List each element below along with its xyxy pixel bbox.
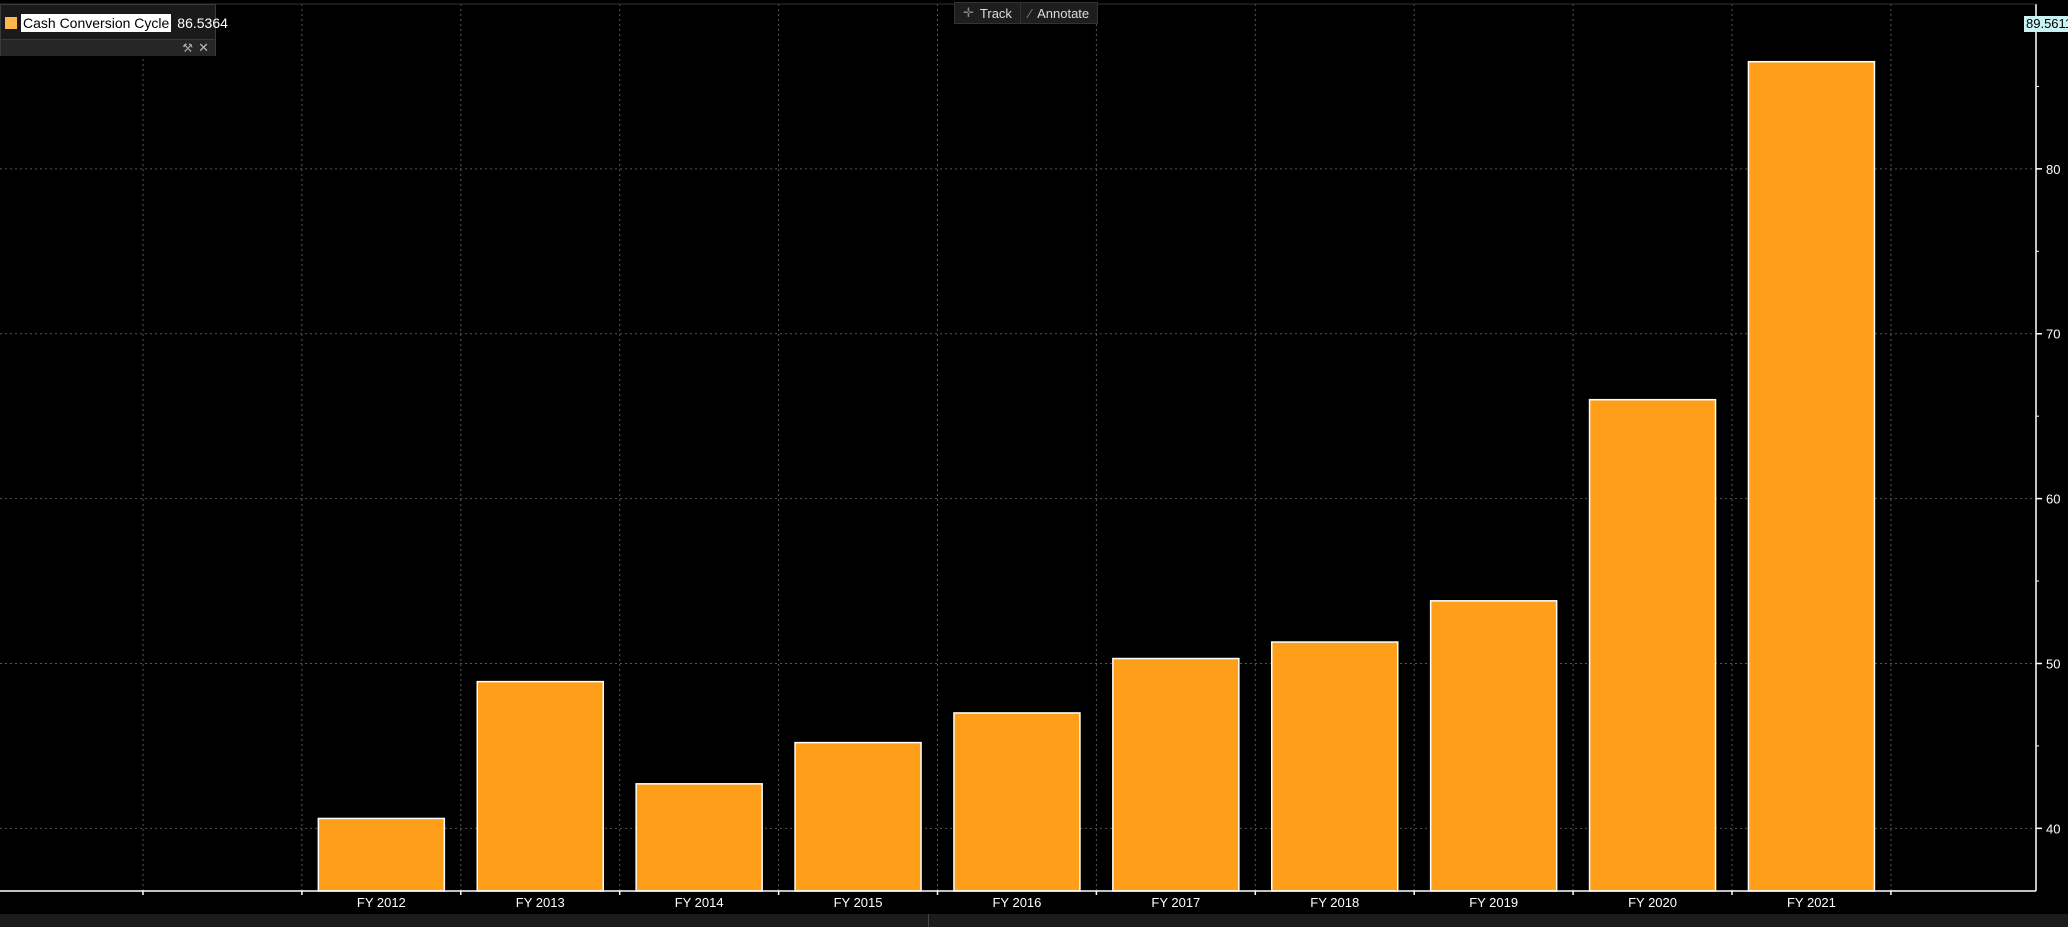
- bar-fy-2014[interactable]: [635, 783, 763, 892]
- legend-swatch: [5, 17, 17, 29]
- x-tick-label: FY 2013: [516, 895, 565, 910]
- bar-fy-2012[interactable]: [317, 817, 446, 892]
- bar-fy-2013[interactable]: [476, 680, 604, 892]
- bottom-scrollbar[interactable]: [0, 914, 2068, 927]
- x-tick-label: FY 2014: [675, 895, 724, 910]
- annotate-button[interactable]: ∕ Annotate: [1019, 3, 1097, 23]
- legend-series-value: 86.5364: [177, 15, 228, 31]
- x-tick-label: FY 2019: [1469, 895, 1518, 910]
- bar-fy-2016[interactable]: [953, 712, 1081, 892]
- bar-fy-2019[interactable]: [1429, 600, 1558, 892]
- x-tick-labels: FY 2012 FY 2013 FY 2014 FY 2015 FY 2016 FY 20…: [357, 895, 1836, 910]
- bar-fy-2015[interactable]: [794, 741, 922, 892]
- bar-chart[interactable]: FY 2012 FY 2013 FY 2014 FY 2015 FY 2016 FY 20…: [0, 0, 2068, 927]
- legend-series-name[interactable]: Cash Conversion Cycle: [21, 14, 172, 32]
- x-tick-label: FY 2017: [1151, 895, 1200, 910]
- annotate-label: Annotate: [1037, 5, 1090, 21]
- x-tick-label: FY 2021: [1787, 895, 1836, 910]
- x-tick-label: FY 2016: [992, 895, 1041, 910]
- x-tick-label: FY 2012: [357, 895, 406, 910]
- y-tick-label: 80: [2046, 162, 2060, 177]
- y-tick-labels: 40 50 60 70 80: [2046, 162, 2060, 836]
- bars[interactable]: [317, 60, 1876, 892]
- bar-fy-2021[interactable]: [1747, 60, 1876, 892]
- track-label: Track: [979, 5, 1012, 21]
- x-tick-label: FY 2018: [1310, 895, 1359, 910]
- chart-window: FY 2012 FY 2013 FY 2014 FY 2015 FY 2016 FY 20…: [0, 0, 2068, 927]
- legend-controls: ⚒ ✕: [1, 39, 215, 56]
- x-tick-label: FY 2020: [1628, 895, 1677, 910]
- close-icon[interactable]: ✕: [198, 40, 209, 56]
- y-tick-label: 60: [2046, 492, 2060, 507]
- y-tick-label: 40: [2046, 821, 2060, 836]
- scrollbar-divider: [928, 914, 929, 927]
- bar-fy-2017[interactable]: [1112, 657, 1240, 892]
- y-tick-label: 70: [2046, 327, 2060, 342]
- legend-entry[interactable]: Cash Conversion Cycle 86.5364: [5, 12, 228, 34]
- x-tick-label: FY 2015: [834, 895, 883, 910]
- crosshair-icon: ✛: [963, 5, 974, 20]
- legend[interactable]: Cash Conversion Cycle 86.5364 ⚒ ✕: [0, 4, 228, 56]
- last-value-tag: 89.5611: [2024, 16, 2068, 32]
- bar-fy-2020[interactable]: [1588, 398, 1717, 892]
- track-button[interactable]: ✛ Track: [955, 3, 1020, 23]
- pin-icon[interactable]: ⚒: [182, 40, 193, 56]
- chart-toolbar: ✛ Track ∕ Annotate: [954, 2, 1099, 24]
- bar-fy-2018[interactable]: [1271, 641, 1399, 892]
- y-tick-label: 50: [2046, 656, 2060, 671]
- pencil-icon: ∕: [1028, 5, 1032, 21]
